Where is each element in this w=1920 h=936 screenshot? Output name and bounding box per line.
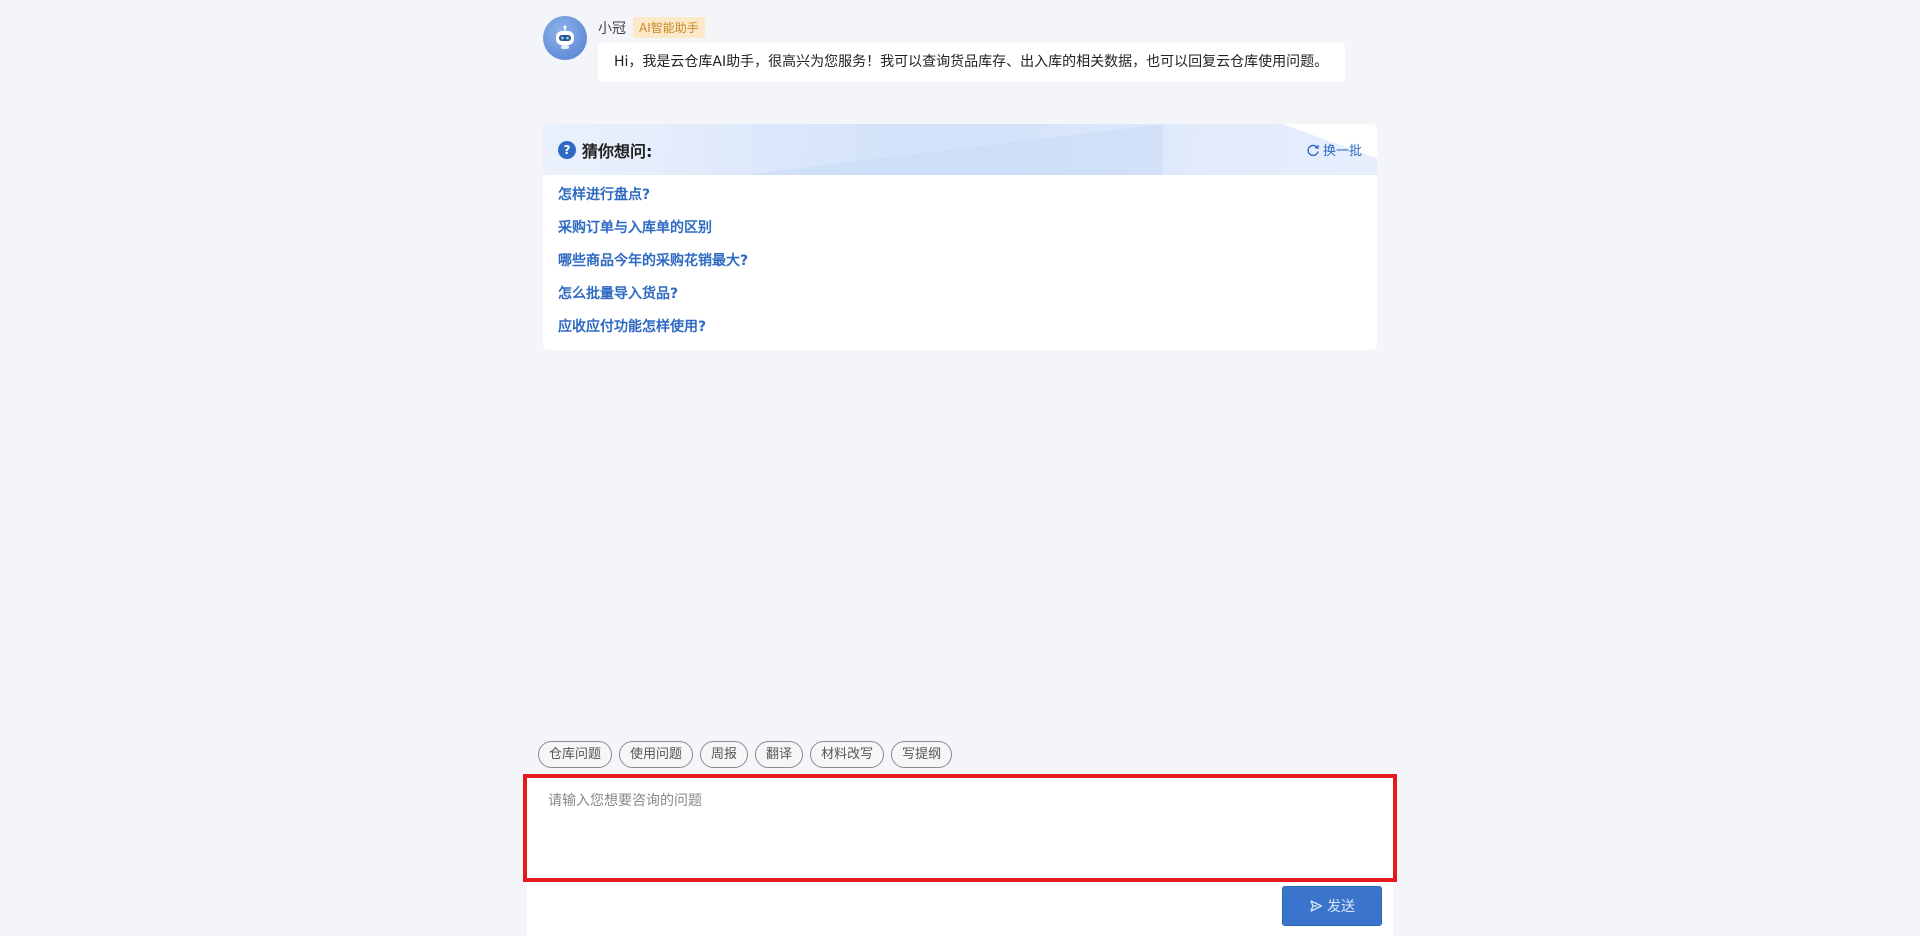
suggestion-item[interactable]: 怎样进行盘点? [558,179,1377,212]
suggestion-item[interactable]: 怎么批量导入货品? [558,278,1377,311]
suggestion-item[interactable]: 采购订单与入库单的区别 [558,212,1377,245]
suggestions-card: ? 猜你想问: 换一批 怎样进行盘点? 采购订单与入库单的区别 哪些商品今年的采… [543,124,1377,350]
chip-translate[interactable]: 翻译 [755,741,804,768]
suggestions-title-text: 猜你想问: [582,141,653,161]
chat-page: 小冠 AI智能助手 Hi，我是云仓库AI助手，很高兴为您服务！我可以查询货品库存… [0,0,1920,936]
chip-usage-questions[interactable]: 使用问题 [619,741,694,768]
chip-outline[interactable]: 写提纲 [891,741,953,768]
send-label: 发送 [1327,899,1355,915]
chip-rewrite[interactable]: 材料改写 [810,741,885,768]
ai-assistant-badge: AI智能助手 [633,17,705,38]
suggestions-title: ? 猜你想问: [558,124,652,175]
suggestion-item[interactable]: 哪些商品今年的采购花销最大? [558,245,1377,278]
input-area [527,778,1393,936]
send-icon [1310,900,1323,912]
greeting-bubble: Hi，我是云仓库AI助手，很高兴为您服务！我可以查询货品库存、出入库的相关数据，… [598,43,1345,82]
chip-weekly-report[interactable]: 周报 [700,741,749,768]
suggestions-header: ? 猜你想问: 换一批 [543,124,1377,175]
quick-chips: 仓库问题 使用问题 周报 翻译 材料改写 写提纲 [538,741,953,768]
sender-row: 小冠 AI智能助手 [598,17,705,38]
question-input[interactable] [527,778,1393,878]
refresh-suggestions-button[interactable]: 换一批 [1306,124,1362,175]
suggestion-item[interactable]: 应收应付功能怎样使用? [558,311,1377,344]
chip-warehouse-questions[interactable]: 仓库问题 [538,741,613,768]
send-button[interactable]: 发送 [1282,886,1382,926]
refresh-icon [1307,144,1319,156]
question-mark-icon: ? [558,140,576,159]
robot-icon [543,16,587,60]
suggestion-list: 怎样进行盘点? 采购订单与入库单的区别 哪些商品今年的采购花销最大? 怎么批量导… [543,175,1377,344]
sender-name: 小冠 [598,20,626,37]
refresh-label: 换一批 [1322,144,1362,159]
